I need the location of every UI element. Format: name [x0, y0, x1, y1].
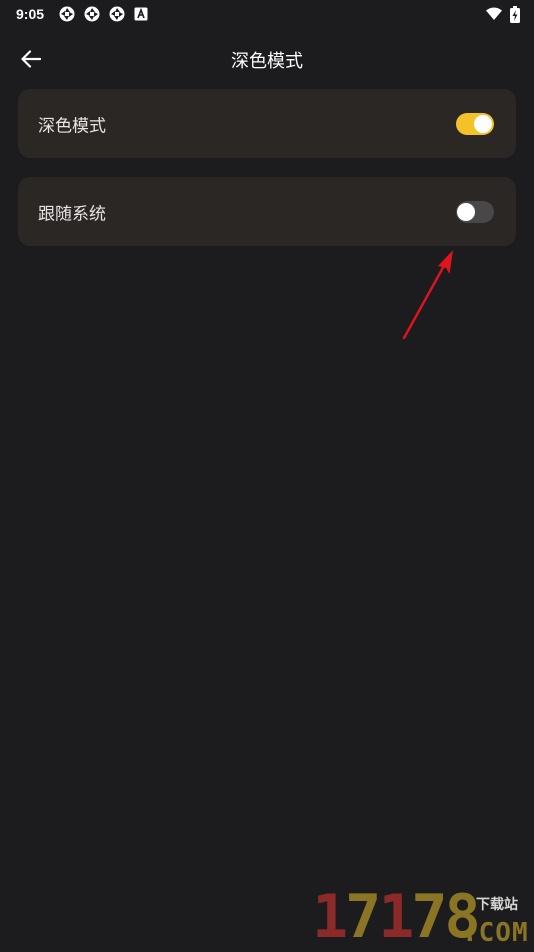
status-time: 9:05: [16, 6, 45, 22]
setting-card-follow-system: 跟随系统: [18, 177, 516, 246]
watermark-digits: 17178: [312, 882, 481, 952]
page-title: 深色模式: [231, 51, 303, 72]
status-right: [486, 5, 520, 23]
aperture-icon: [59, 6, 75, 22]
status-left: 9:05: [16, 6, 148, 22]
setting-label-dark-mode: 深色模式: [38, 116, 106, 136]
aperture-icon: [84, 6, 100, 22]
aperture-icon: [109, 6, 125, 22]
setting-label-follow-system: 跟随系统: [38, 204, 106, 224]
toggle-knob: [457, 202, 475, 221]
annotation-arrow: [402, 250, 453, 340]
font-a-icon: [134, 7, 148, 21]
status-bar: 9:05: [0, 0, 534, 28]
app-bar: 深色模式: [0, 34, 534, 84]
dark-mode-toggle[interactable]: [456, 112, 494, 135]
watermark-domain-text: .COM: [462, 918, 529, 948]
battery-charging-icon: [510, 5, 520, 23]
wifi-icon: [486, 7, 502, 21]
watermark-logo: 17178 下载站 .COM: [312, 886, 532, 948]
setting-card-dark-mode: 深色模式: [18, 89, 516, 158]
toggle-knob: [474, 114, 492, 133]
watermark-site-text: 下载站: [476, 897, 518, 913]
follow-system-toggle[interactable]: [456, 200, 494, 223]
